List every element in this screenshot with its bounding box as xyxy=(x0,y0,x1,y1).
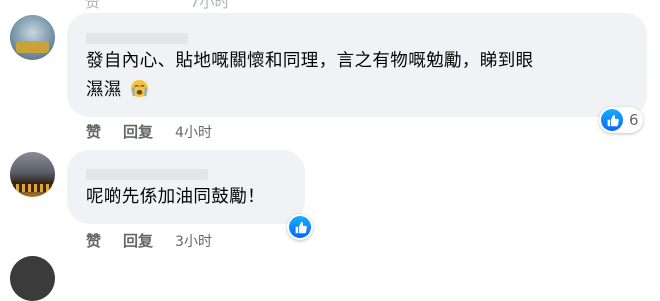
reaction-summary[interactable] xyxy=(287,214,313,240)
comment-timestamp[interactable]: 3小时 xyxy=(175,231,212,251)
comment-text-line: 發自內心、貼地嘅關懷和同理，言之有物嘅勉勵，睇到眼 xyxy=(86,51,534,71)
comment-actions: 赞 回复 4小时 xyxy=(86,121,212,142)
reaction-count: 6 xyxy=(629,111,639,129)
avatar[interactable] xyxy=(10,256,55,301)
author-name-redacted[interactable] xyxy=(86,169,208,180)
reaction-summary[interactable]: 6 xyxy=(599,107,643,133)
reply-button[interactable]: 回复 xyxy=(123,230,153,251)
comment-actions: 赞 回复 3小时 xyxy=(86,230,212,251)
comment-bubble: 呢啲先係加油同鼓勵！ xyxy=(67,150,305,224)
like-reaction-icon xyxy=(289,216,311,238)
like-reaction-icon xyxy=(601,109,623,131)
comment-text-line: 濕濕 xyxy=(86,76,641,108)
previous-comment-actions: 赞 7小时 xyxy=(0,0,660,12)
previous-like-label[interactable]: 赞 xyxy=(85,0,100,12)
author-name-redacted[interactable] xyxy=(86,33,188,44)
avatar[interactable] xyxy=(10,15,55,60)
previous-time: 7小时 xyxy=(190,0,230,11)
comment-text: 呢啲先係加油同鼓勵！ xyxy=(86,187,265,207)
like-button[interactable]: 赞 xyxy=(86,230,101,251)
comment-text: 發自內心、貼地嘅關懷和同理，言之有物嘅勉勵，睇到眼 濕濕 xyxy=(86,47,641,108)
comment-timestamp[interactable]: 4小时 xyxy=(175,122,212,142)
avatar[interactable] xyxy=(10,152,55,197)
reply-button[interactable]: 回复 xyxy=(123,121,153,142)
like-button[interactable]: 赞 xyxy=(86,121,101,142)
crying-face-icon xyxy=(130,79,149,108)
comment-bubble: 發自內心、貼地嘅關懷和同理，言之有物嘅勉勵，睇到眼 濕濕 xyxy=(67,13,647,117)
